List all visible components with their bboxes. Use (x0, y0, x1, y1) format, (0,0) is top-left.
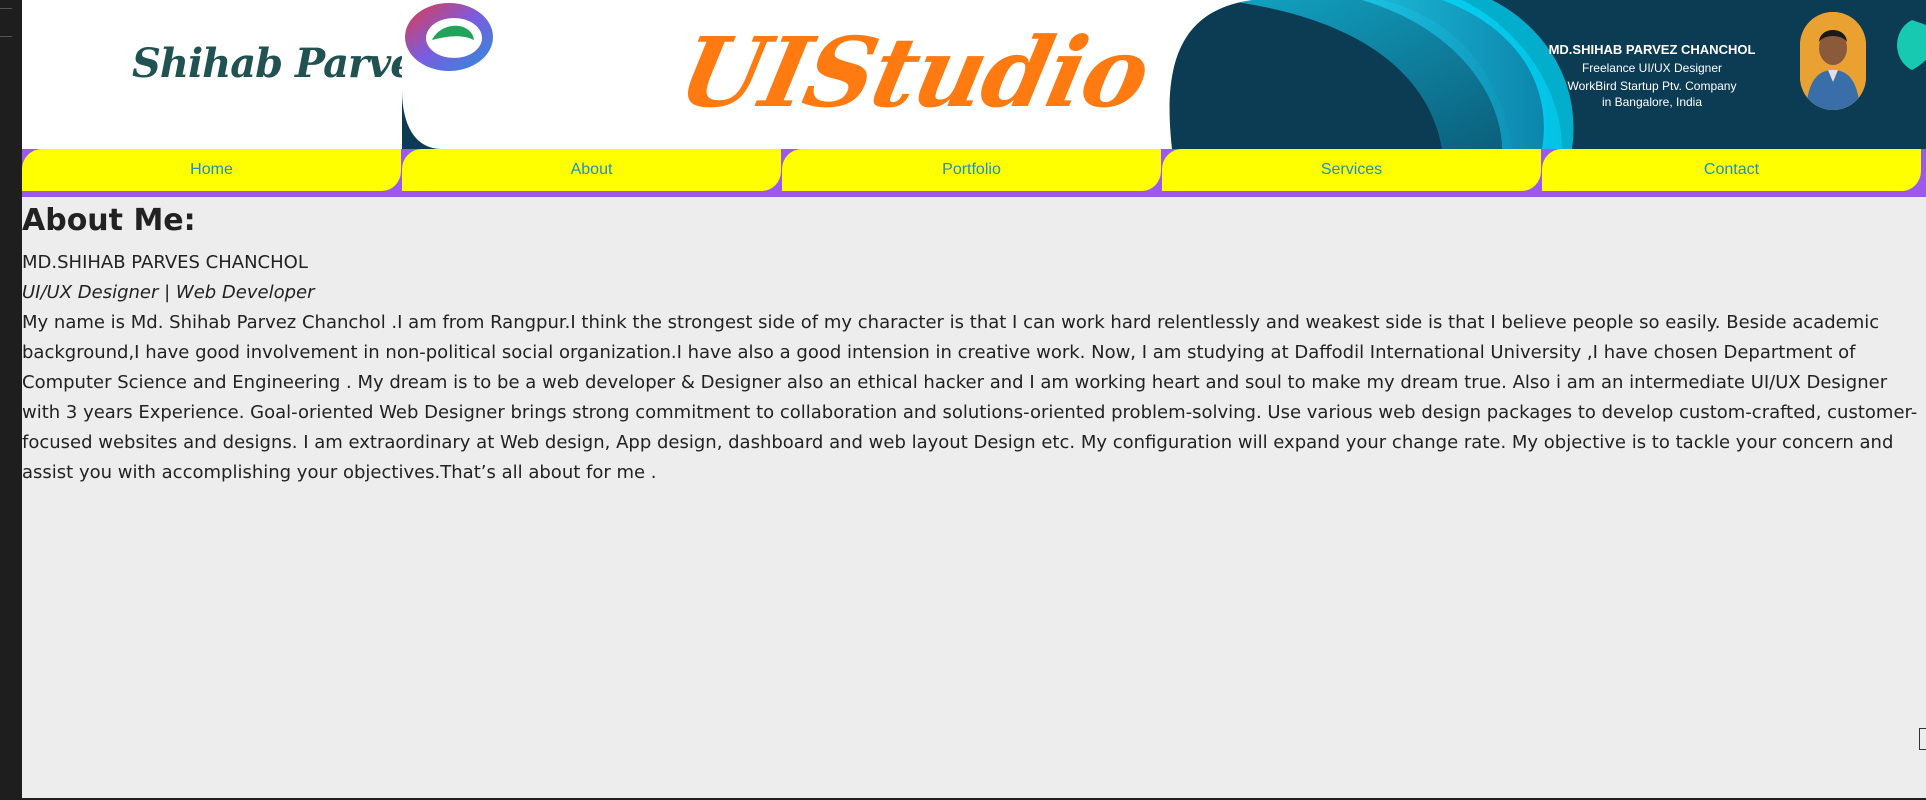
about-role: UI/UX Designer | Web Developer (22, 282, 315, 303)
about-name: MD.SHIHAB PARVES CHANCHOL (22, 252, 308, 273)
about-heading: About Me: (22, 203, 196, 238)
site-logo[interactable]: Shihab Parves (132, 40, 437, 87)
about-bio: My name is Md. Shihab Parvez Chanchol .I… (22, 312, 1918, 483)
header: Shihab Parves UIStudio MD.SHIHAB PARVEZ … (22, 0, 1926, 149)
nav-contact[interactable]: Contact (1542, 149, 1922, 191)
nav-services[interactable]: Services (1162, 149, 1542, 191)
gutter-marker (0, 8, 12, 9)
nav-portfolio[interactable]: Portfolio (782, 149, 1162, 191)
avatar (1800, 12, 1866, 110)
header-banner: UIStudio MD.SHIHAB PARVEZ CHANCHOL Freel… (402, 0, 1926, 149)
profile-title: Freelance UI/UX Designer (1581, 61, 1723, 75)
profile-name: MD.SHIHAB PARVEZ CHANCHOL (1548, 42, 1756, 57)
profile-location: in Bangalore, India (1601, 95, 1703, 109)
gutter-marker (0, 36, 12, 37)
profile-card: MD.SHIHAB PARVEZ CHANCHOL Freelance UI/U… (1522, 42, 1782, 109)
about-section: About Me: MD.SHIHAB PARVES CHANCHOL UI/U… (22, 200, 1926, 488)
brand-swirl-icon (405, 3, 493, 71)
nav-home[interactable]: Home (22, 149, 402, 191)
webpage: Shihab Parves UIStudio MD.SHIHAB PARVEZ … (22, 0, 1926, 798)
brand-wordmark: UIStudio (669, 16, 1158, 129)
editor-gutter (0, 0, 22, 800)
profile-company: WorkBird Startup Ptv. Company (1567, 79, 1737, 93)
resize-cursor-icon (1919, 728, 1926, 750)
person-photo-icon (1800, 12, 1866, 110)
main-nav: Home About Portfolio Services Contact (22, 149, 1926, 197)
nav-about[interactable]: About (402, 149, 782, 191)
